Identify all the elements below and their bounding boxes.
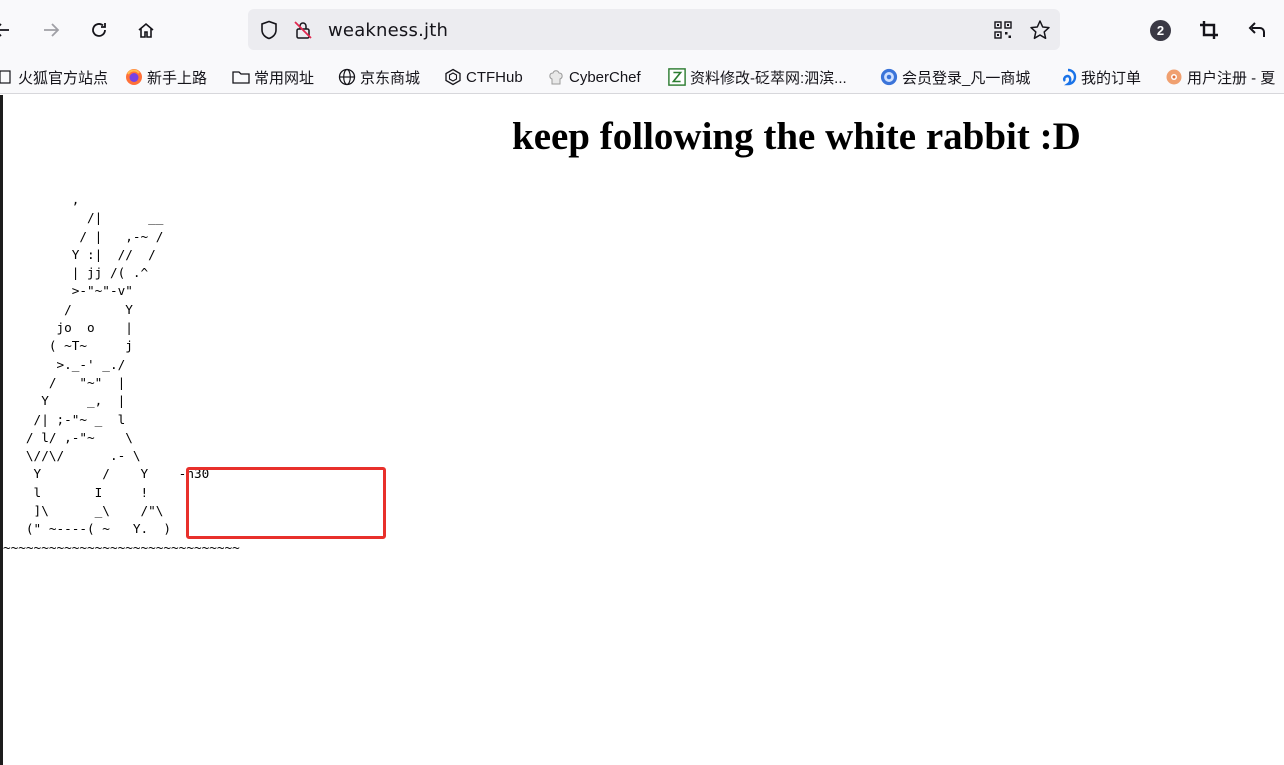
bookmark-label: 用户注册 - 夏	[1187, 69, 1276, 87]
bookmark-item[interactable]: CyberChef	[547, 65, 641, 89]
back-arrow-icon[interactable]	[0, 14, 18, 46]
bookmark-item[interactable]: 火狐官方站点	[0, 65, 108, 89]
page-heading: keep following the white rabbit :D	[512, 115, 1081, 158]
bookmark-label: 资料修改-砭萃网:泗滨...	[690, 69, 847, 87]
bookmarks-bar: 火狐官方站点 新手上路 常用网址 京东商城 CTFHub CyberChef 资…	[0, 60, 1284, 94]
bookmark-item[interactable]: 新手上路	[125, 65, 207, 89]
bookmark-label: CyberChef	[569, 68, 641, 86]
bookmark-label: 火狐官方站点	[18, 69, 109, 87]
firefox-icon	[125, 68, 143, 86]
circle-icon	[880, 68, 898, 86]
folder-icon	[232, 68, 250, 86]
url-text[interactable]: weakness.jth	[328, 20, 448, 41]
crop-icon[interactable]	[1193, 14, 1225, 46]
ctfhub-icon	[444, 68, 462, 86]
flower-icon	[1165, 68, 1183, 86]
bookmark-item[interactable]: 我的订单	[1059, 65, 1141, 89]
bookmark-item[interactable]: CTFHub	[444, 65, 523, 89]
bookmark-label: CTFHub	[466, 68, 523, 86]
page-icon	[0, 68, 14, 86]
chef-hat-icon	[547, 68, 565, 86]
bookmark-label: 新手上路	[147, 69, 208, 87]
swirl-icon	[1059, 68, 1077, 86]
bookmark-label: 我的订单	[1081, 69, 1142, 87]
bookmark-label: 京东商城	[360, 69, 421, 87]
bookmark-item[interactable]: 京东商城	[338, 65, 420, 89]
address-bar[interactable]: weakness.jth	[248, 9, 1060, 50]
star-icon[interactable]	[1029, 19, 1051, 41]
reload-icon[interactable]	[83, 14, 115, 46]
undo-icon[interactable]	[1241, 14, 1273, 46]
site-icon	[668, 68, 686, 86]
bookmark-item[interactable]: 资料修改-砭萃网:泗滨...	[668, 65, 847, 89]
forward-arrow-icon[interactable]	[35, 14, 67, 46]
bookmark-item[interactable]: 常用网址	[232, 65, 314, 89]
navigation-toolbar: weakness.jth 2	[0, 0, 1284, 60]
insecure-lock-icon[interactable]	[292, 19, 314, 41]
bookmark-label: 常用网址	[254, 69, 315, 87]
account-badge-icon[interactable]: 2	[1150, 20, 1171, 41]
bookmark-label: 会员登录_凡一商城	[902, 69, 1031, 87]
home-icon[interactable]	[130, 14, 162, 46]
bookmark-item[interactable]: 用户注册 - 夏	[1165, 65, 1275, 89]
globe-icon	[338, 68, 356, 86]
shield-icon[interactable]	[258, 19, 280, 41]
bookmark-item[interactable]: 会员登录_凡一商城	[880, 65, 1030, 89]
qr-code-icon[interactable]	[992, 19, 1014, 41]
highlight-annotation-box	[186, 467, 386, 539]
